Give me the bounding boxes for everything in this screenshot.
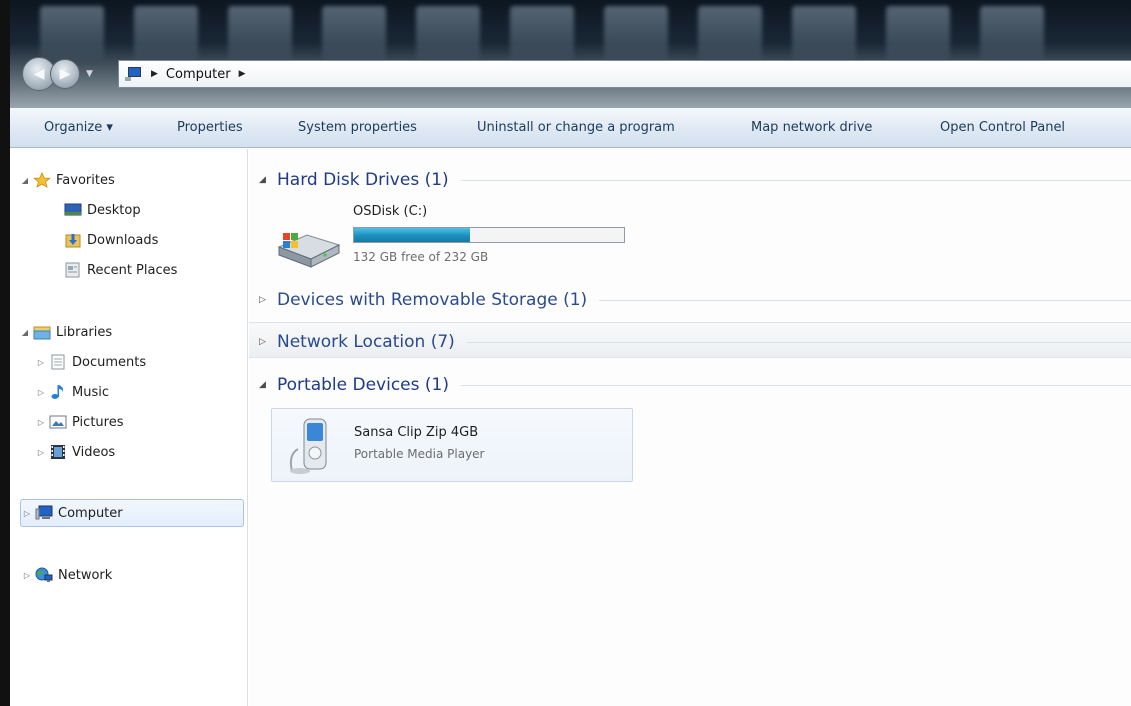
uninstall-program-button[interactable]: Uninstall or change a program: [477, 120, 675, 135]
computer-icon: [35, 505, 53, 521]
forward-arrow-icon: ▶: [59, 66, 71, 82]
sidebar-item-desktop[interactable]: Desktop: [61, 198, 141, 222]
device-name: Sansa Clip Zip 4GB: [354, 425, 479, 440]
expand-icon[interactable]: ▷: [36, 448, 46, 457]
libraries-icon: [33, 324, 51, 340]
group-header-network-location[interactable]: ▷ Network Location (7): [249, 330, 1131, 354]
group-header-portable-devices[interactable]: ◢ Portable Devices (1): [249, 373, 1131, 397]
window-left-edge: [0, 0, 10, 706]
recent-places-icon: [64, 262, 82, 278]
hard-drive-icon[interactable]: [273, 219, 343, 271]
sidebar-item-label: Pictures: [72, 414, 124, 430]
navigation-pane: ◢ Favorites Desktop Downloads Recent Pla…: [10, 149, 248, 706]
group-title: Devices with Removable Storage (1): [277, 290, 588, 310]
sidebar-item-network[interactable]: ▷ Network: [22, 563, 112, 587]
sidebar-item-recent-places[interactable]: Recent Places: [61, 258, 177, 282]
group-title: Network Location (7): [277, 332, 455, 352]
expand-icon[interactable]: ▷: [36, 388, 46, 397]
collapse-icon[interactable]: ◢: [20, 176, 30, 185]
sidebar-item-pictures[interactable]: ▷ Pictures: [36, 410, 124, 434]
media-player-icon: [286, 415, 338, 477]
group-divider: [466, 341, 1131, 343]
collapse-icon[interactable]: ◢: [259, 380, 273, 390]
expand-icon[interactable]: ▷: [36, 358, 46, 367]
group-header-removable-storage[interactable]: ▷ Devices with Removable Storage (1): [249, 288, 1131, 312]
sidebar-item-label: Recent Places: [87, 262, 178, 278]
collapse-icon[interactable]: ◢: [259, 175, 273, 185]
command-bar: Organize ▾ Properties System properties …: [10, 108, 1131, 148]
group-title: Portable Devices (1): [277, 375, 449, 395]
group-header-hard-disk-drives[interactable]: ◢ Hard Disk Drives (1): [249, 168, 1131, 192]
drive-usage-fill: [354, 228, 471, 242]
address-bar[interactable]: ▶ Computer ▶: [118, 60, 1131, 88]
sidebar-item-label: Favorites: [56, 172, 115, 188]
sidebar-item-videos[interactable]: ▷ Videos: [36, 440, 115, 464]
group-divider: [599, 299, 1131, 301]
sidebar-item-label: Videos: [72, 444, 116, 460]
recent-pages-dropdown-icon[interactable]: ▼: [86, 69, 93, 79]
sidebar-item-libraries[interactable]: ◢ Libraries: [20, 320, 112, 344]
portable-device-tile[interactable]: Sansa Clip Zip 4GB Portable Media Player: [271, 408, 633, 482]
sidebar-item-label: Computer: [58, 505, 123, 521]
sidebar-item-label: Documents: [72, 354, 147, 370]
drive-free-space: 132 GB free of 232 GB: [353, 250, 489, 264]
window-titlebar: ◀ ▶ ▼ ▶ Computer ▶: [0, 0, 1131, 108]
expand-icon[interactable]: ▷: [22, 509, 32, 518]
forward-button[interactable]: ▶: [50, 59, 80, 89]
back-arrow-icon: ◀: [33, 66, 45, 82]
videos-icon: [49, 444, 67, 460]
sidebar-item-documents[interactable]: ▷ Documents: [36, 350, 146, 374]
pictures-icon: [49, 414, 67, 430]
star-icon: [33, 172, 51, 188]
expand-icon[interactable]: ▷: [36, 418, 46, 427]
music-note-icon: [49, 384, 67, 400]
documents-icon: [49, 354, 67, 370]
collapse-icon[interactable]: ◢: [20, 328, 30, 337]
open-control-panel-button[interactable]: Open Control Panel: [940, 120, 1065, 135]
sidebar-item-label: Network: [58, 567, 113, 583]
group-divider: [460, 384, 1131, 386]
sidebar-item-label: Desktop: [87, 202, 141, 218]
sidebar-item-downloads[interactable]: Downloads: [61, 228, 158, 252]
network-globe-icon: [35, 567, 53, 583]
expand-icon[interactable]: ▷: [259, 295, 273, 305]
device-type: Portable Media Player: [354, 447, 485, 461]
downloads-icon: [64, 232, 82, 248]
expand-icon[interactable]: ▷: [259, 337, 273, 347]
desktop-icon: [64, 202, 82, 218]
sidebar-item-music[interactable]: ▷ Music: [36, 380, 109, 404]
organize-button[interactable]: Organize ▾: [44, 120, 113, 135]
breadcrumb-computer[interactable]: Computer: [166, 67, 231, 82]
breadcrumb-chevron-icon[interactable]: ▶: [151, 69, 158, 79]
expand-icon[interactable]: ▷: [22, 571, 32, 580]
group-title: Hard Disk Drives (1): [277, 170, 449, 190]
breadcrumb-chevron-icon[interactable]: ▶: [239, 69, 246, 79]
sidebar-item-computer[interactable]: ▷ Computer: [22, 501, 123, 525]
group-divider: [460, 179, 1131, 181]
computer-icon: [125, 67, 143, 81]
properties-button[interactable]: Properties: [177, 120, 243, 135]
sidebar-item-label: Libraries: [56, 324, 113, 340]
sidebar-item-label: Downloads: [87, 232, 159, 248]
content-pane: ◢ Hard Disk Drives (1) OSDisk (C:) 132 G…: [249, 149, 1131, 706]
blurred-taskbar-thumbnails: [40, 6, 1131, 66]
sidebar-item-favorites[interactable]: ◢ Favorites: [20, 168, 115, 192]
sidebar-item-label: Music: [72, 384, 109, 400]
map-network-drive-button[interactable]: Map network drive: [751, 120, 872, 135]
drive-usage-bar: [353, 227, 625, 243]
drive-name[interactable]: OSDisk (C:): [353, 204, 427, 219]
system-properties-button[interactable]: System properties: [298, 120, 417, 135]
